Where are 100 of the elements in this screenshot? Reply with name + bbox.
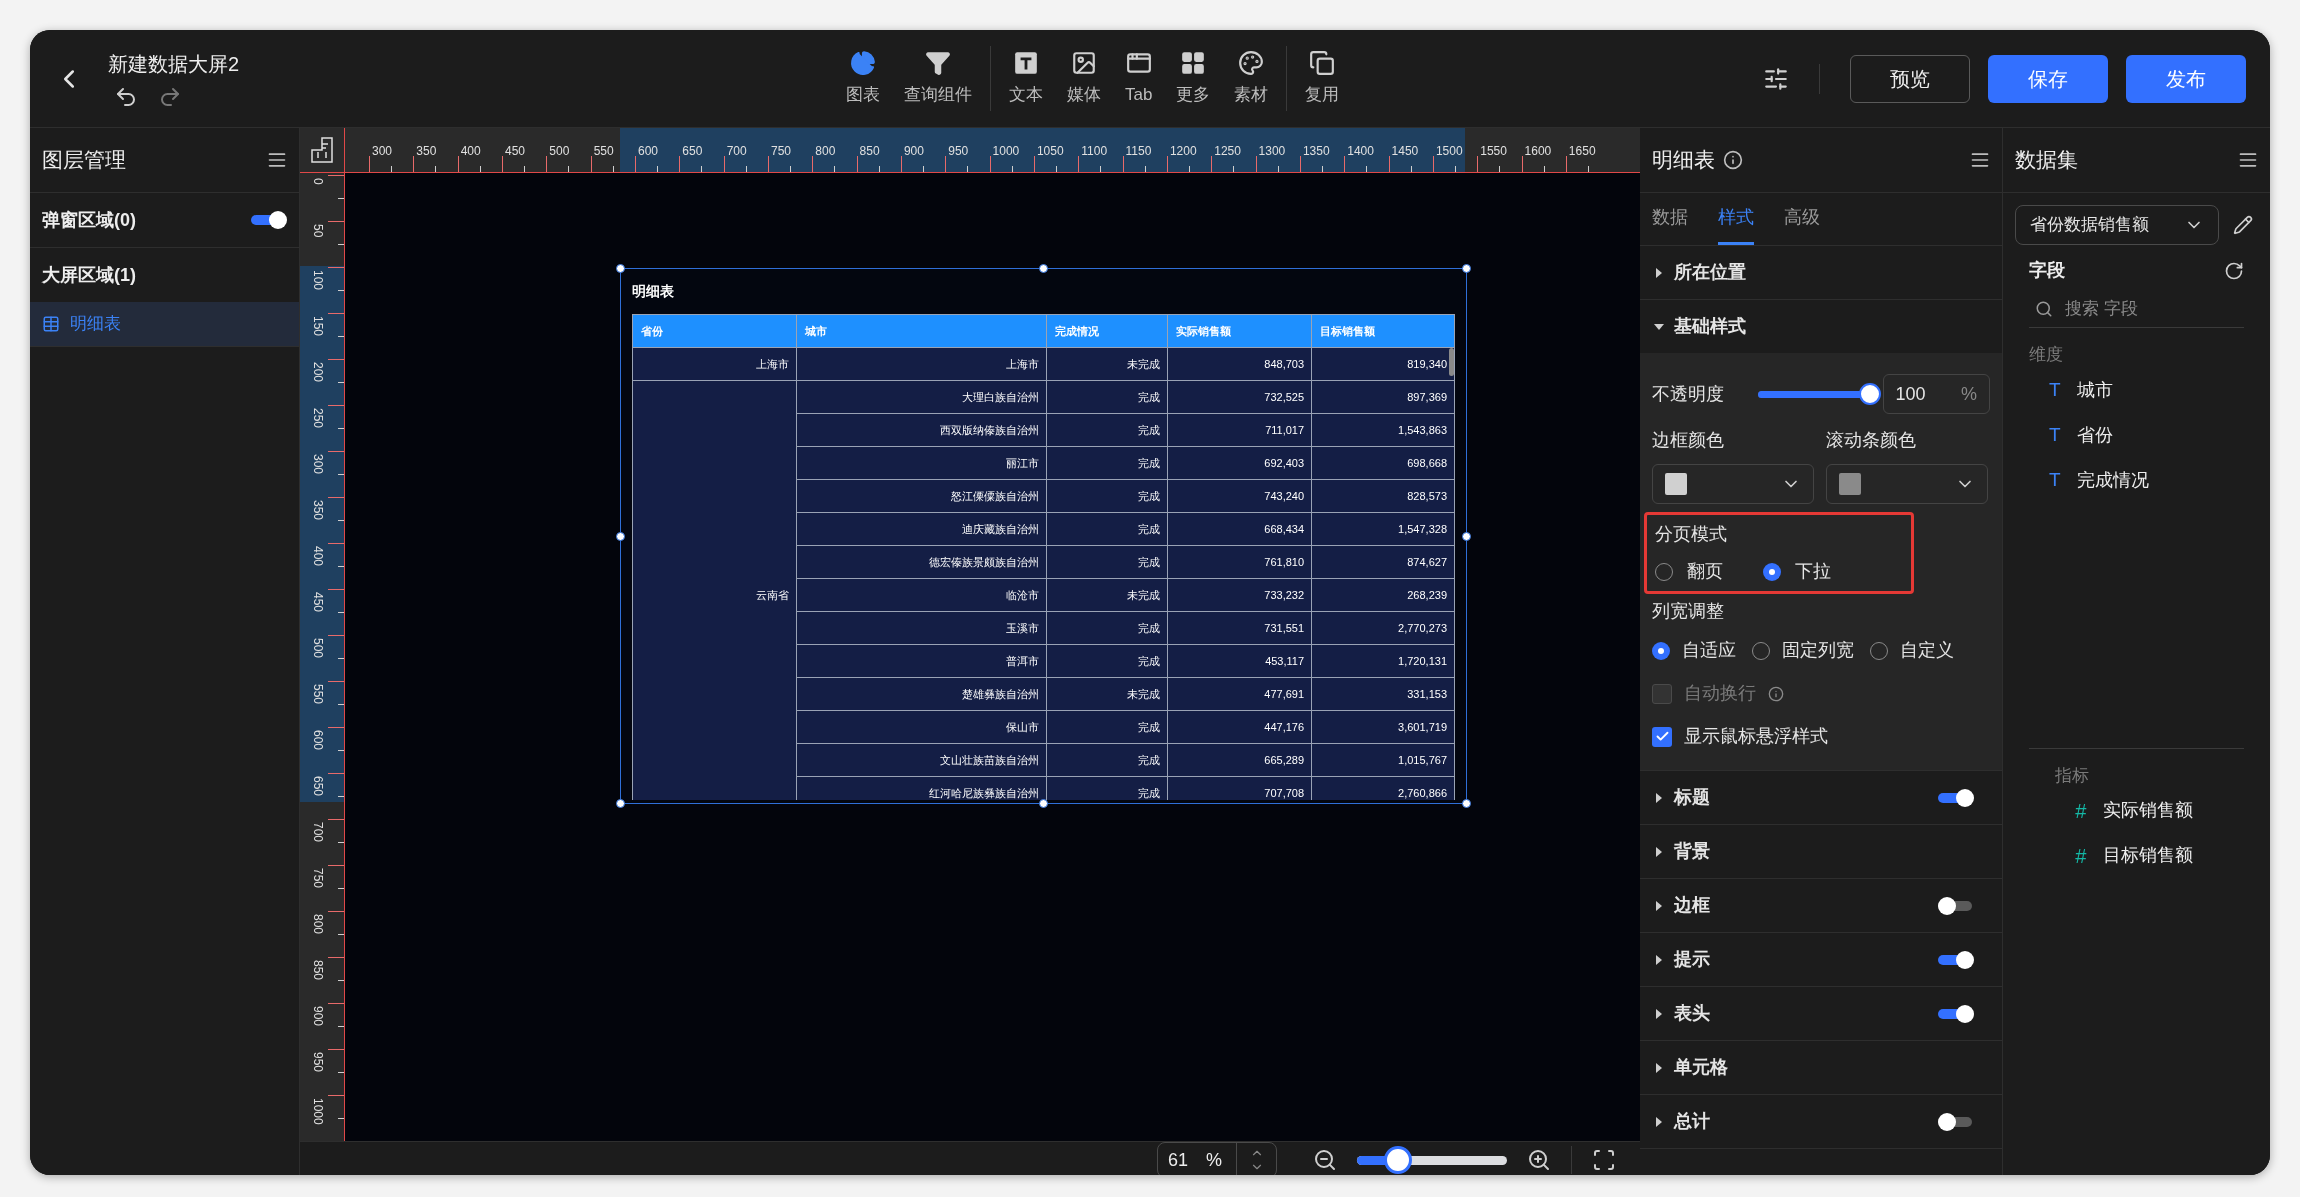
primary-button[interactable]: 保存 <box>1988 54 2108 103</box>
zoom-in-icon[interactable] <box>1527 1148 1551 1172</box>
table-cell: 1,720,131 <box>1311 644 1455 678</box>
outline-button[interactable]: 预览 <box>1850 54 1970 103</box>
opacity-input[interactable]: 100 % <box>1882 374 1990 414</box>
toolbar-button[interactable]: 媒体 <box>1059 45 1109 112</box>
ruler-label: 800 <box>815 143 836 160</box>
ruler-label: 600 <box>637 143 658 160</box>
table-cell: 玉溪市 <box>796 611 1047 645</box>
field-item[interactable]: 实际销售额 <box>2103 797 2193 824</box>
menu-icon[interactable] <box>1970 150 1990 170</box>
scrollbar[interactable] <box>1449 348 1454 376</box>
radio-button[interactable] <box>1763 562 1781 581</box>
resize-handle[interactable] <box>1462 799 1471 808</box>
section-header[interactable]: 基础样式 <box>1640 300 2002 353</box>
search-field[interactable]: 搜索 字段 <box>2065 295 2215 322</box>
section-header[interactable]: 单元格 <box>1640 1041 2002 1094</box>
resize-handle[interactable] <box>1039 264 1048 273</box>
fit-screen-icon[interactable] <box>1592 1148 1616 1172</box>
table-cell: 完成 <box>1046 545 1168 579</box>
radio-label[interactable]: 自适应 <box>1682 637 1736 664</box>
field-label: 不透明度 <box>1652 382 1725 406</box>
section-title: 总计 <box>1674 1110 1710 1133</box>
table-cell: 大理白族自治州 <box>796 380 1047 414</box>
section-header[interactable]: 提示 <box>1640 933 2002 986</box>
radio-label[interactable]: 下拉 <box>1795 558 1831 585</box>
toggle-switch[interactable] <box>1938 949 1974 970</box>
resize-handle[interactable] <box>1462 532 1471 541</box>
layer-group-label[interactable]: 弹窗区域(0) <box>42 206 136 234</box>
table-cell: 477,691 <box>1167 677 1312 711</box>
field-item[interactable]: 省份 <box>2077 421 2113 449</box>
settings-icon[interactable] <box>1763 65 1789 92</box>
table-cell: 普洱市 <box>796 644 1047 678</box>
color-dropdown[interactable] <box>1652 464 1814 504</box>
section-header[interactable]: 背景 <box>1640 825 2002 878</box>
menu-icon[interactable] <box>267 150 287 170</box>
tab[interactable]: 高级 <box>1784 193 1820 245</box>
table-cell: 453,117 <box>1167 644 1312 678</box>
zoom-out-icon[interactable] <box>1313 1148 1337 1172</box>
radio-label[interactable]: 翻页 <box>1687 558 1723 585</box>
field-item[interactable]: 城市 <box>2077 376 2113 404</box>
color-dropdown[interactable] <box>1826 464 1988 504</box>
primary-button[interactable]: 发布 <box>2126 54 2246 103</box>
section-header[interactable]: 表头 <box>1640 987 2002 1040</box>
toolbar-button[interactable]: 查询组件 <box>896 45 980 112</box>
resize-handle[interactable] <box>616 532 625 541</box>
zoom-input[interactable]: 61 % <box>1157 1142 1277 1175</box>
tab[interactable]: 数据 <box>1652 193 1688 245</box>
resize-handle[interactable] <box>616 264 625 273</box>
field-item[interactable]: 完成情况 <box>2077 466 2149 494</box>
ruler-label: 1650 <box>1568 143 1596 160</box>
refresh-icon[interactable] <box>2224 260 2244 281</box>
section-header[interactable]: 边框 <box>1640 879 2002 932</box>
section-header[interactable]: 所在位置 <box>1640 246 2002 299</box>
toggle-switch[interactable] <box>1938 895 1974 916</box>
ruler-label: 200 <box>312 362 324 383</box>
slider-thumb[interactable] <box>1858 383 1881 405</box>
ruler-corner-icon[interactable] <box>308 136 336 164</box>
layer-group-label[interactable]: 大屏区域(1) <box>42 261 136 289</box>
menu-icon[interactable] <box>2238 150 2258 170</box>
toolbar-button[interactable]: 更多 <box>1168 45 1219 112</box>
radio-label[interactable]: 自定义 <box>1900 637 1954 664</box>
toggle-switch[interactable] <box>1938 1003 1974 1024</box>
toggle-switch[interactable] <box>1938 787 1974 808</box>
checkbox-label[interactable]: 显示鼠标悬浮样式 <box>1684 723 1828 750</box>
section-header[interactable]: 总计 <box>1640 1095 2002 1148</box>
field-item[interactable]: 目标销售额 <box>2103 842 2193 869</box>
edit-icon[interactable] <box>2233 215 2253 235</box>
radio-button[interactable] <box>1652 641 1670 660</box>
section-header[interactable]: 标题 <box>1640 771 2002 824</box>
column-header: 完成情况 <box>1046 314 1168 348</box>
slider-thumb[interactable] <box>1383 1146 1412 1174</box>
resize-handle[interactable] <box>1039 799 1048 808</box>
table-cell: 完成 <box>1046 413 1168 447</box>
toolbar-button[interactable]: 素材 <box>1226 45 1277 112</box>
table-cell: 732,525 <box>1167 380 1312 414</box>
dataset-dropdown[interactable]: 省份数据销售额 <box>2015 205 2219 245</box>
ruler-label: 1300 <box>1258 143 1286 160</box>
section-title: 背景 <box>1674 840 1710 863</box>
radio-label[interactable]: 固定列宽 <box>1782 637 1854 664</box>
ruler-label: 750 <box>770 143 791 160</box>
section-title: 标题 <box>1674 786 1710 809</box>
resize-handle[interactable] <box>616 799 625 808</box>
toolbar-button[interactable]: 复用 <box>1297 45 1348 112</box>
toolbar-button[interactable]: Tab <box>1117 45 1161 112</box>
resize-handle[interactable] <box>1462 264 1471 273</box>
table-cell: 完成 <box>1046 479 1168 513</box>
toolbar-button[interactable]: 图表 <box>838 45 888 112</box>
checkbox[interactable] <box>1652 726 1672 747</box>
tab[interactable]: 样式 <box>1718 193 1754 245</box>
zoom-slider[interactable] <box>1357 1146 1507 1174</box>
info-icon[interactable] <box>1723 150 1743 170</box>
layer-item[interactable]: 明细表 <box>30 302 299 346</box>
ruler-label: 900 <box>903 143 924 160</box>
toggle-switch[interactable] <box>251 210 287 230</box>
toggle-switch[interactable] <box>1938 1111 1974 1132</box>
field-label: 分页模式 <box>1655 523 1728 546</box>
ruler-label: 50 <box>312 224 324 238</box>
toolbar-button[interactable]: 文本 <box>1001 45 1051 112</box>
table-cell: 完成 <box>1046 644 1168 678</box>
